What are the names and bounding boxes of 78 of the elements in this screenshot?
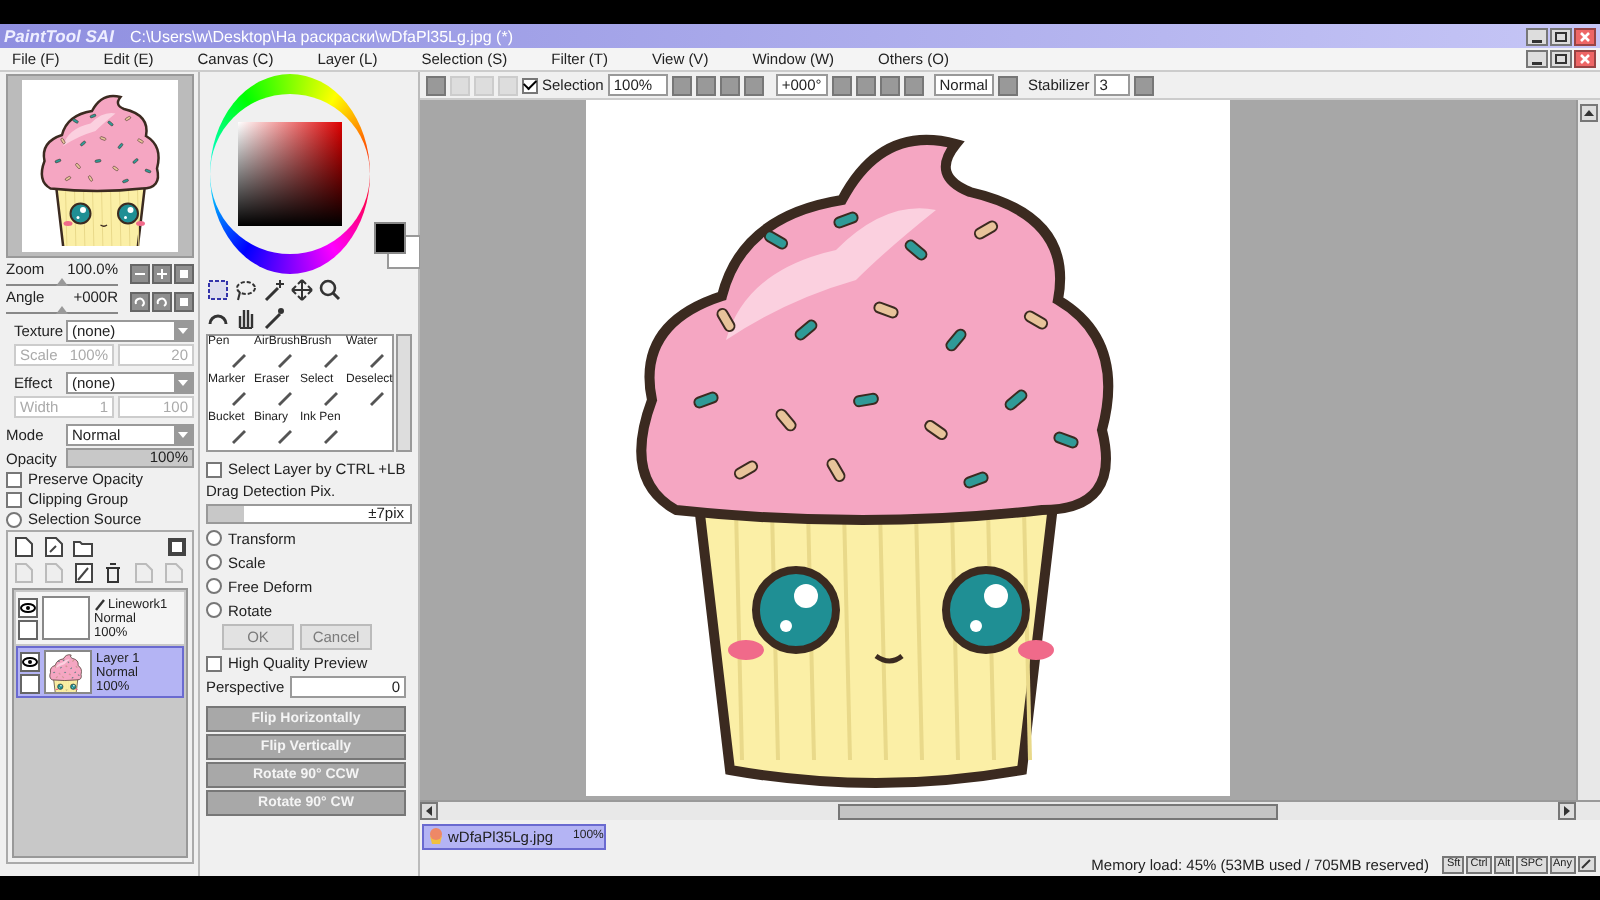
vertical-scrollbar[interactable] (1576, 100, 1600, 800)
close-icon[interactable] (1574, 50, 1596, 68)
radio-button[interactable] (206, 554, 222, 570)
radio-button[interactable] (6, 511, 22, 527)
folder-icon[interactable] (72, 536, 94, 558)
toolbar-button[interactable] (671, 75, 692, 95)
pen-icon (322, 350, 340, 368)
rotate-left-icon[interactable] (130, 291, 150, 311)
radio-button[interactable] (206, 578, 222, 594)
rotate-right-icon[interactable] (152, 291, 172, 311)
toolbar-button[interactable] (719, 75, 740, 95)
pen-icon (368, 350, 386, 368)
color-swatch-icon (374, 222, 422, 270)
layer-thumbnail (42, 596, 90, 640)
pen-icon (94, 597, 106, 611)
app-logo: PaintTool SAI (4, 26, 114, 46)
slider-thumb[interactable] (56, 306, 68, 314)
scrollbar-thumb[interactable] (838, 803, 1278, 819)
new-page-icon[interactable] (12, 536, 34, 558)
trash-icon[interactable] (102, 562, 124, 584)
pen-icon (276, 426, 294, 444)
checkbox[interactable] (6, 491, 22, 507)
zoom-slider[interactable] (6, 278, 118, 286)
minimize-icon[interactable] (1526, 50, 1548, 68)
eye-icon[interactable] (18, 597, 38, 617)
pen-icon (1578, 856, 1596, 872)
scroll-up-icon[interactable] (1580, 104, 1598, 122)
minimize-icon[interactable] (1526, 27, 1548, 45)
toolbar-button[interactable] (1133, 75, 1154, 95)
scroll-left-icon[interactable] (420, 802, 438, 820)
pen-icon (230, 350, 248, 368)
dropdown-arrow-icon (174, 426, 192, 444)
dropdown-arrow-icon (174, 374, 192, 392)
pen-icon (230, 426, 248, 444)
maximize-icon[interactable] (1550, 50, 1572, 68)
pen-icon (322, 426, 340, 444)
checkbox[interactable] (522, 77, 538, 93)
checkbox[interactable] (206, 655, 222, 671)
wand-icon[interactable] (262, 278, 286, 302)
lasso-icon[interactable] (234, 278, 258, 302)
pencil-page-icon[interactable] (72, 562, 94, 584)
radio-button[interactable] (206, 602, 222, 618)
checkbox[interactable] (206, 461, 222, 477)
window-title: C:\Users\w\Desktop\На раскраски\wDfaPl35Lg.jpg (*) (129, 27, 515, 45)
checkbox[interactable] (6, 471, 22, 487)
zoom-icon[interactable] (318, 278, 342, 302)
zoom-in-icon[interactable] (152, 263, 172, 283)
horizontal-scrollbar[interactable] (420, 800, 1600, 820)
zoom-out-icon[interactable] (130, 263, 150, 283)
toolbar-button[interactable] (879, 75, 900, 95)
scrollbar[interactable] (396, 334, 412, 452)
slider-thumb[interactable] (56, 278, 68, 286)
color-square[interactable] (238, 122, 342, 226)
hand-icon[interactable] (234, 306, 258, 330)
toolbar-button[interactable] (903, 75, 924, 95)
mask-icon[interactable] (166, 536, 188, 558)
selection-rectangle-icon[interactable] (206, 278, 230, 302)
pen-icon (230, 388, 248, 406)
eyedropper-icon[interactable] (262, 306, 286, 330)
pen-icon (276, 388, 294, 406)
cupcake-icon (428, 828, 444, 844)
angle-slider[interactable] (6, 306, 118, 314)
new-page-icon[interactable] (42, 536, 64, 558)
scroll-right-icon[interactable] (1558, 802, 1576, 820)
close-icon[interactable] (1574, 27, 1596, 45)
maximize-icon[interactable] (1550, 27, 1572, 45)
toolbar-button[interactable] (743, 75, 764, 95)
pen-icon (368, 388, 386, 406)
eye-icon[interactable] (20, 651, 40, 671)
toolbar-button[interactable] (855, 75, 876, 95)
toolbar-button[interactable] (831, 75, 852, 95)
pen-icon (276, 350, 294, 368)
radio-button[interactable] (206, 530, 222, 546)
toolbar-button[interactable] (695, 75, 716, 95)
move-icon[interactable] (290, 278, 314, 302)
toolbar-button[interactable] (997, 75, 1018, 95)
pen-icon (322, 388, 340, 406)
dropdown-arrow-icon (174, 322, 192, 340)
